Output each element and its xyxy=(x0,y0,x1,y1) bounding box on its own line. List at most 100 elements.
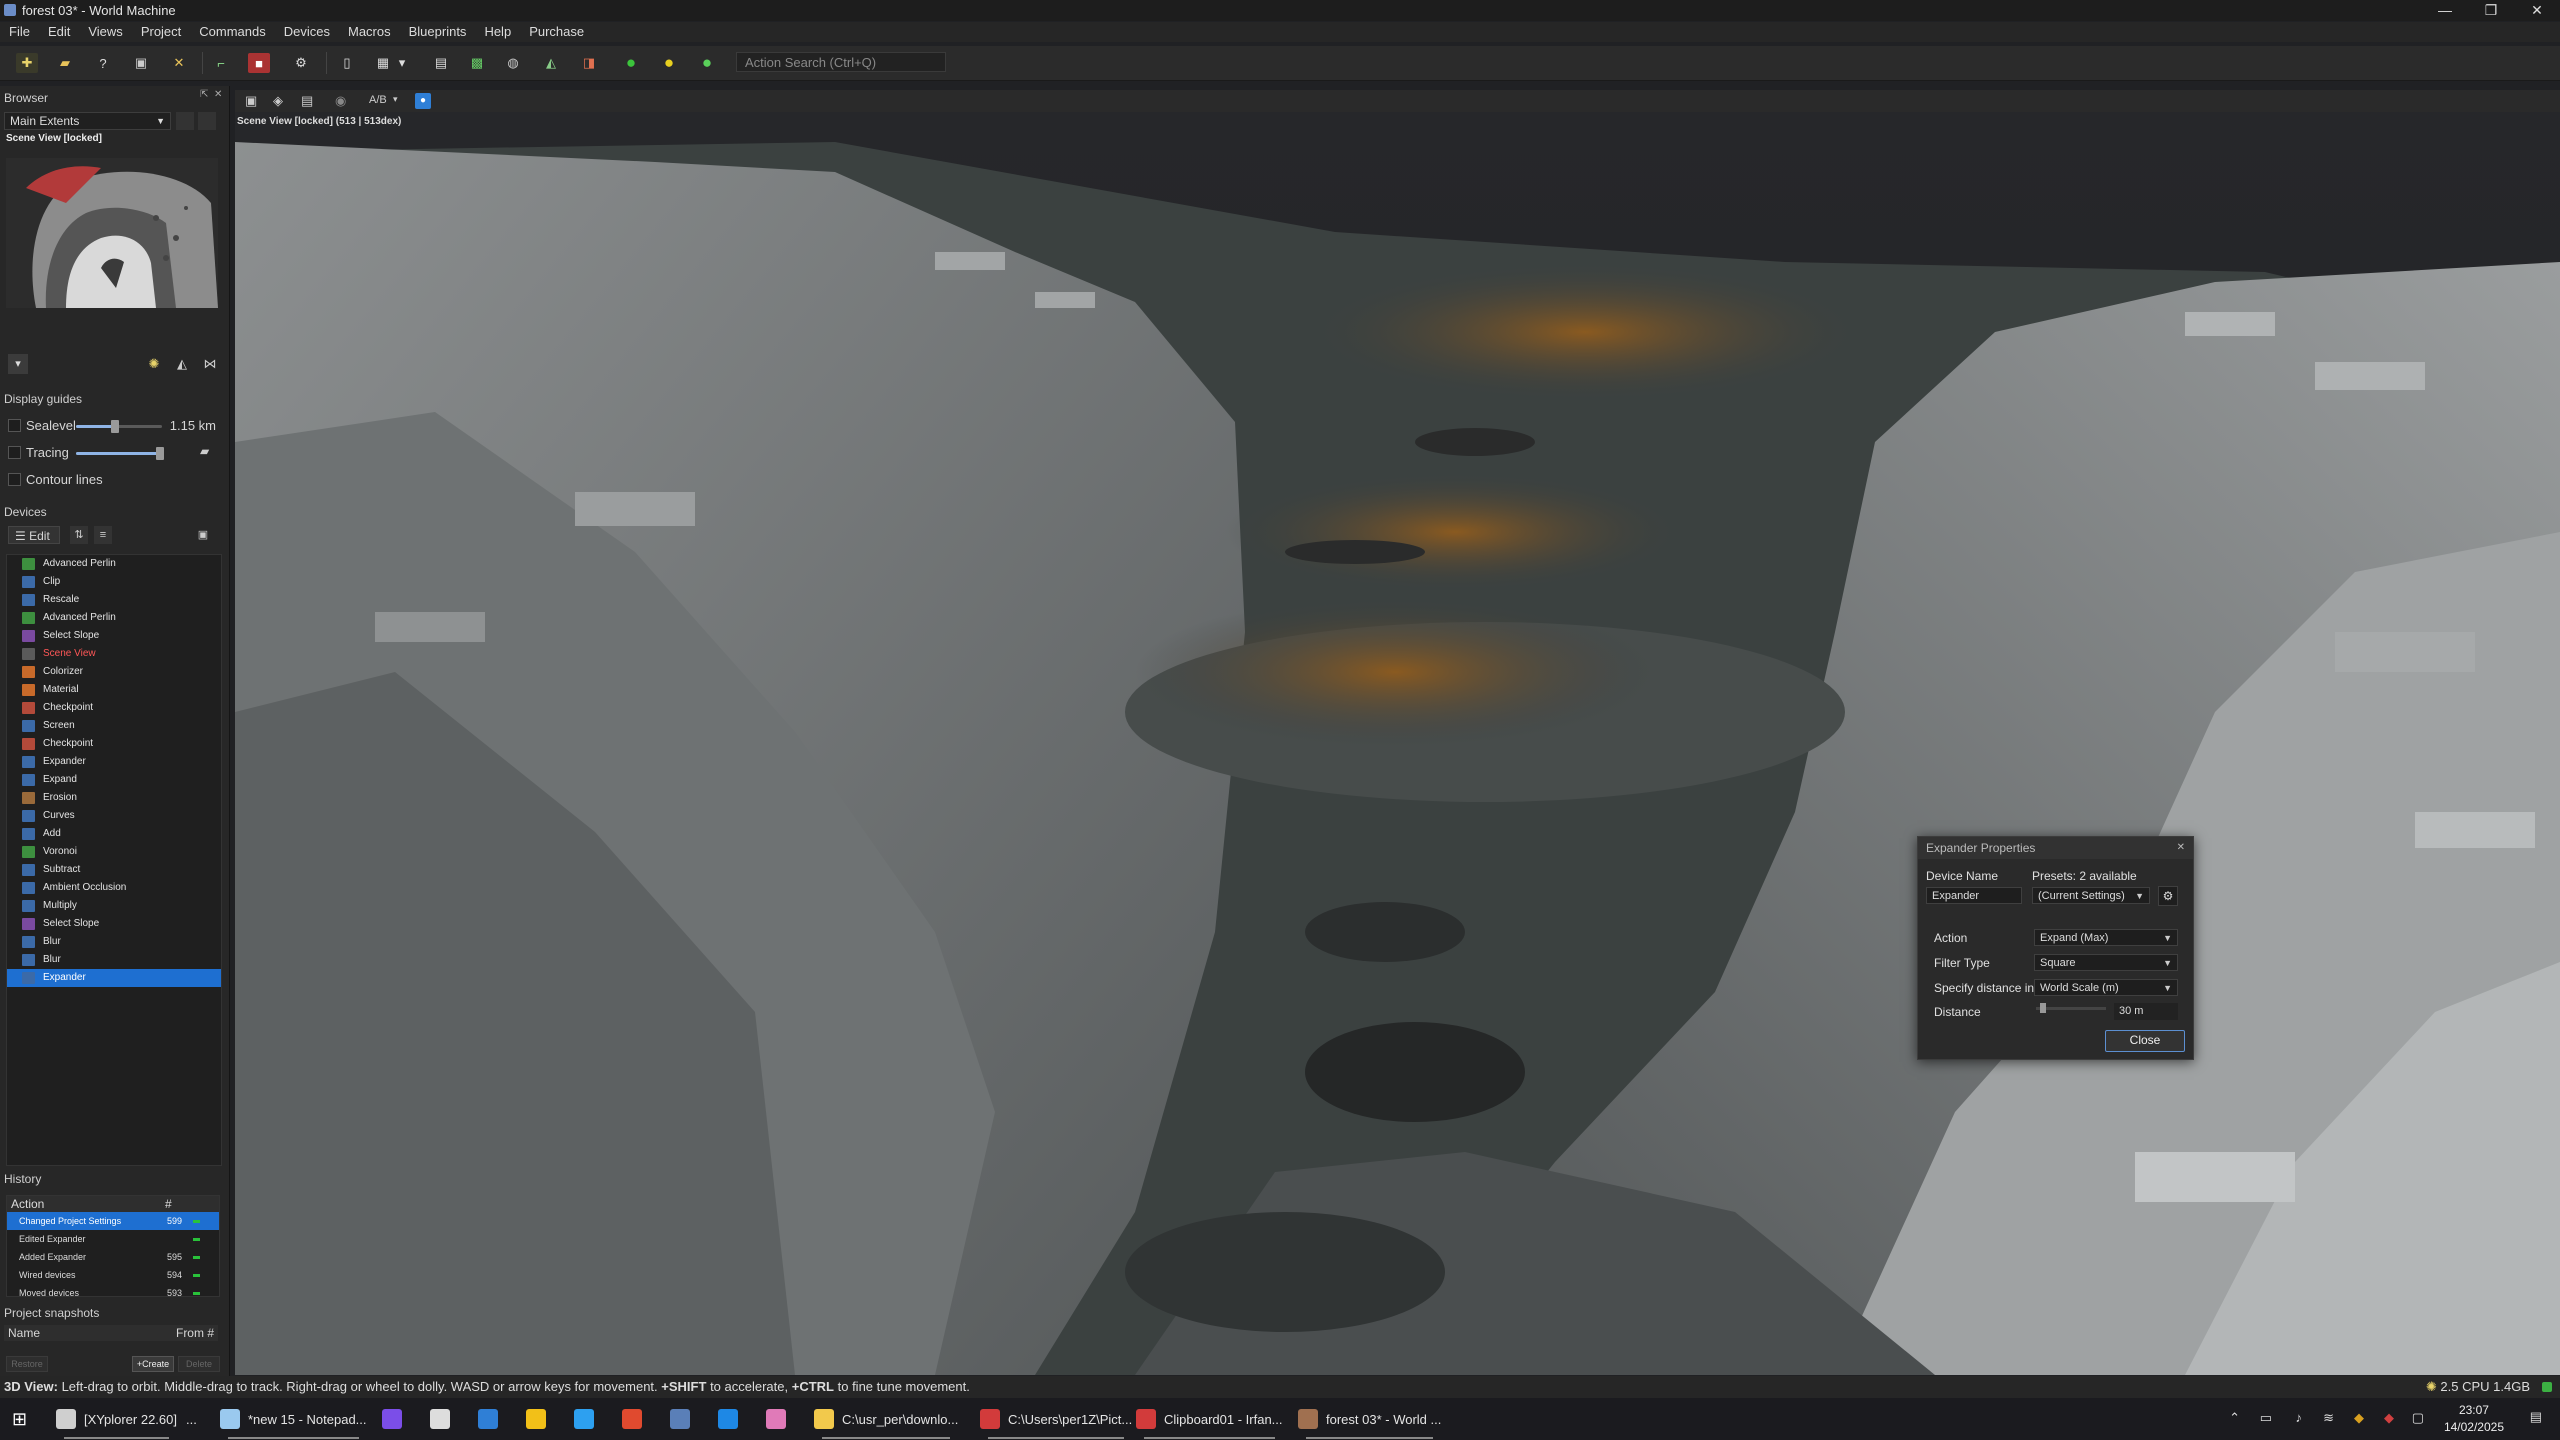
device-item[interactable]: Checkpoint xyxy=(7,735,221,753)
device-item[interactable]: Checkpoint xyxy=(7,699,221,717)
device-item[interactable]: Multiply xyxy=(7,897,221,915)
taskbar-item[interactable]: ... xyxy=(186,1398,197,1440)
ab-compare-button[interactable]: A/B xyxy=(369,94,387,106)
history-row[interactable]: Changed Project Settings 599 xyxy=(7,1212,219,1230)
device-item[interactable]: Voronoi xyxy=(7,843,221,861)
panel-close-icon[interactable]: ✕ xyxy=(214,89,222,100)
taskbar-item[interactable]: [XYplorer 22.60] xyxy=(56,1398,177,1440)
battery-icon[interactable]: ▭ xyxy=(2260,1410,2272,1426)
3d-viewport[interactable] xyxy=(235,112,2560,1375)
taskbar-item[interactable] xyxy=(430,1398,458,1440)
device-item[interactable]: Rescale xyxy=(7,591,221,609)
help-icon[interactable]: ? xyxy=(92,53,114,73)
contour-checkbox[interactable] xyxy=(8,473,21,486)
chevron-up-icon[interactable]: ⌃ xyxy=(2229,1410,2240,1426)
device-item[interactable]: Expander xyxy=(7,753,221,771)
close-button[interactable]: Close xyxy=(2105,1030,2185,1052)
distance-slider-knob[interactable] xyxy=(2040,1003,2046,1013)
distance-input[interactable]: 30 m xyxy=(2114,1003,2178,1020)
dialog-close-icon[interactable]: ✕ xyxy=(2177,837,2185,859)
filter-icon[interactable]: ≡ xyxy=(94,526,112,544)
globe-icon[interactable]: ◍ xyxy=(502,53,524,73)
menu-help[interactable]: Help xyxy=(475,22,520,42)
tray-app-icon[interactable]: ◆ xyxy=(2354,1410,2364,1426)
sealevel-slider-knob[interactable] xyxy=(110,420,119,433)
device-item[interactable]: Blur xyxy=(7,933,221,951)
distance-slider[interactable] xyxy=(2036,1003,2106,1013)
prev-extent-button[interactable] xyxy=(176,112,194,130)
texture-icon[interactable]: ◨ xyxy=(578,53,600,73)
folder-icon[interactable]: ▰ xyxy=(200,444,209,458)
green-ball-icon[interactable]: ● xyxy=(620,53,642,73)
minimize-button[interactable]: — xyxy=(2422,0,2468,21)
next-extent-button[interactable] xyxy=(198,112,216,130)
terrain-icon[interactable]: ◭ xyxy=(540,53,562,73)
world-ball-icon[interactable]: ● xyxy=(696,53,718,73)
taskbar-item[interactable] xyxy=(382,1398,410,1440)
taskbar-item[interactable] xyxy=(718,1398,746,1440)
terrain-view-icon[interactable]: ◭ xyxy=(172,354,192,374)
device-item[interactable]: Screen xyxy=(7,717,221,735)
chevron-down-icon[interactable]: ▾ xyxy=(393,94,398,105)
device-name-input[interactable]: Expander xyxy=(1926,887,2022,904)
camera-icon[interactable]: ▣ xyxy=(245,93,257,109)
taskbar-item[interactable] xyxy=(478,1398,506,1440)
extents-dropdown[interactable]: Main Extents ▼ xyxy=(4,112,171,130)
sealevel-checkbox[interactable] xyxy=(8,419,21,432)
layout-grid-icon[interactable]: ▦ xyxy=(372,53,394,73)
tray-app3-icon[interactable]: ▢ xyxy=(2412,1410,2424,1426)
specify-distance-dropdown[interactable]: World Scale (m) ▼ xyxy=(2034,979,2178,996)
menu-macros[interactable]: Macros xyxy=(339,22,400,42)
stop-icon[interactable]: ■ xyxy=(248,53,270,73)
presets-dropdown[interactable]: (Current Settings) ▼ xyxy=(2032,887,2150,904)
render-icon[interactable]: ◈ xyxy=(273,93,283,109)
lock-icon[interactable]: ▣ xyxy=(196,528,210,542)
chevron-down-icon[interactable]: ▾ xyxy=(396,53,408,73)
taskbar-item[interactable]: *new 15 - Notepad... xyxy=(220,1398,367,1440)
layout-single-icon[interactable]: ▯ xyxy=(336,53,358,73)
yellow-ball-icon[interactable]: ● xyxy=(658,53,680,73)
create-snapshot-button[interactable]: +Create xyxy=(132,1356,174,1372)
device-item[interactable]: Material xyxy=(7,681,221,699)
notifications-icon[interactable]: ▤ xyxy=(2530,1409,2542,1425)
device-item[interactable]: Advanced Perlin xyxy=(7,609,221,627)
settings-gear-icon[interactable]: ⚙ xyxy=(290,53,312,73)
graph-icon[interactable]: ⌐ xyxy=(210,53,232,73)
device-item[interactable]: Select Slope xyxy=(7,915,221,933)
history-row[interactable]: Wired devices 594 xyxy=(7,1266,219,1284)
device-item[interactable]: Erosion xyxy=(7,789,221,807)
history-row[interactable]: Moved devices 593 xyxy=(7,1284,219,1296)
device-item[interactable]: Advanced Perlin xyxy=(7,555,221,573)
device-item[interactable]: Expander xyxy=(7,969,221,987)
menu-blueprints[interactable]: Blueprints xyxy=(400,22,476,42)
taskbar-item[interactable] xyxy=(622,1398,650,1440)
light-icon[interactable]: ✺ xyxy=(144,354,164,374)
sort-icon[interactable]: ⇅ xyxy=(70,526,88,544)
taskbar-item[interactable]: forest 03* - World ... xyxy=(1298,1398,1441,1440)
device-item[interactable]: Colorizer xyxy=(7,663,221,681)
export-icon[interactable]: ▤ xyxy=(430,53,452,73)
tray-app2-icon[interactable]: ◆ xyxy=(2384,1410,2394,1426)
device-item[interactable]: Add xyxy=(7,825,221,843)
view-mode-icon[interactable]: ▾ xyxy=(8,354,28,374)
volume-icon[interactable]: ♪ xyxy=(2296,1410,2303,1425)
preview-thumbnail[interactable] xyxy=(6,158,218,308)
restore-button[interactable]: ❐ xyxy=(2468,0,2514,21)
delete-snapshot-button[interactable]: Delete xyxy=(178,1356,220,1372)
filter-type-dropdown[interactable]: Square ▼ xyxy=(2034,954,2178,971)
device-item[interactable]: Subtract xyxy=(7,861,221,879)
presets-gear-icon[interactable]: ⚙ xyxy=(2158,886,2178,906)
restore-button[interactable]: Restore xyxy=(6,1356,48,1372)
menu-project[interactable]: Project xyxy=(132,22,190,42)
undock-icon[interactable]: ⇱ xyxy=(200,89,208,100)
device-item[interactable]: Select Slope xyxy=(7,627,221,645)
menu-devices[interactable]: Devices xyxy=(275,22,339,42)
taskbar-item[interactable] xyxy=(766,1398,794,1440)
eye-icon[interactable]: ◉ xyxy=(335,93,346,109)
menu-file[interactable]: File xyxy=(0,22,39,42)
wifi-icon[interactable]: ≋ xyxy=(2323,1410,2334,1426)
devices-edit-button[interactable]: ☰ Edit xyxy=(8,526,60,544)
device-item[interactable]: Curves xyxy=(7,807,221,825)
info-icon[interactable]: ● xyxy=(415,93,431,109)
device-item[interactable]: Clip xyxy=(7,573,221,591)
